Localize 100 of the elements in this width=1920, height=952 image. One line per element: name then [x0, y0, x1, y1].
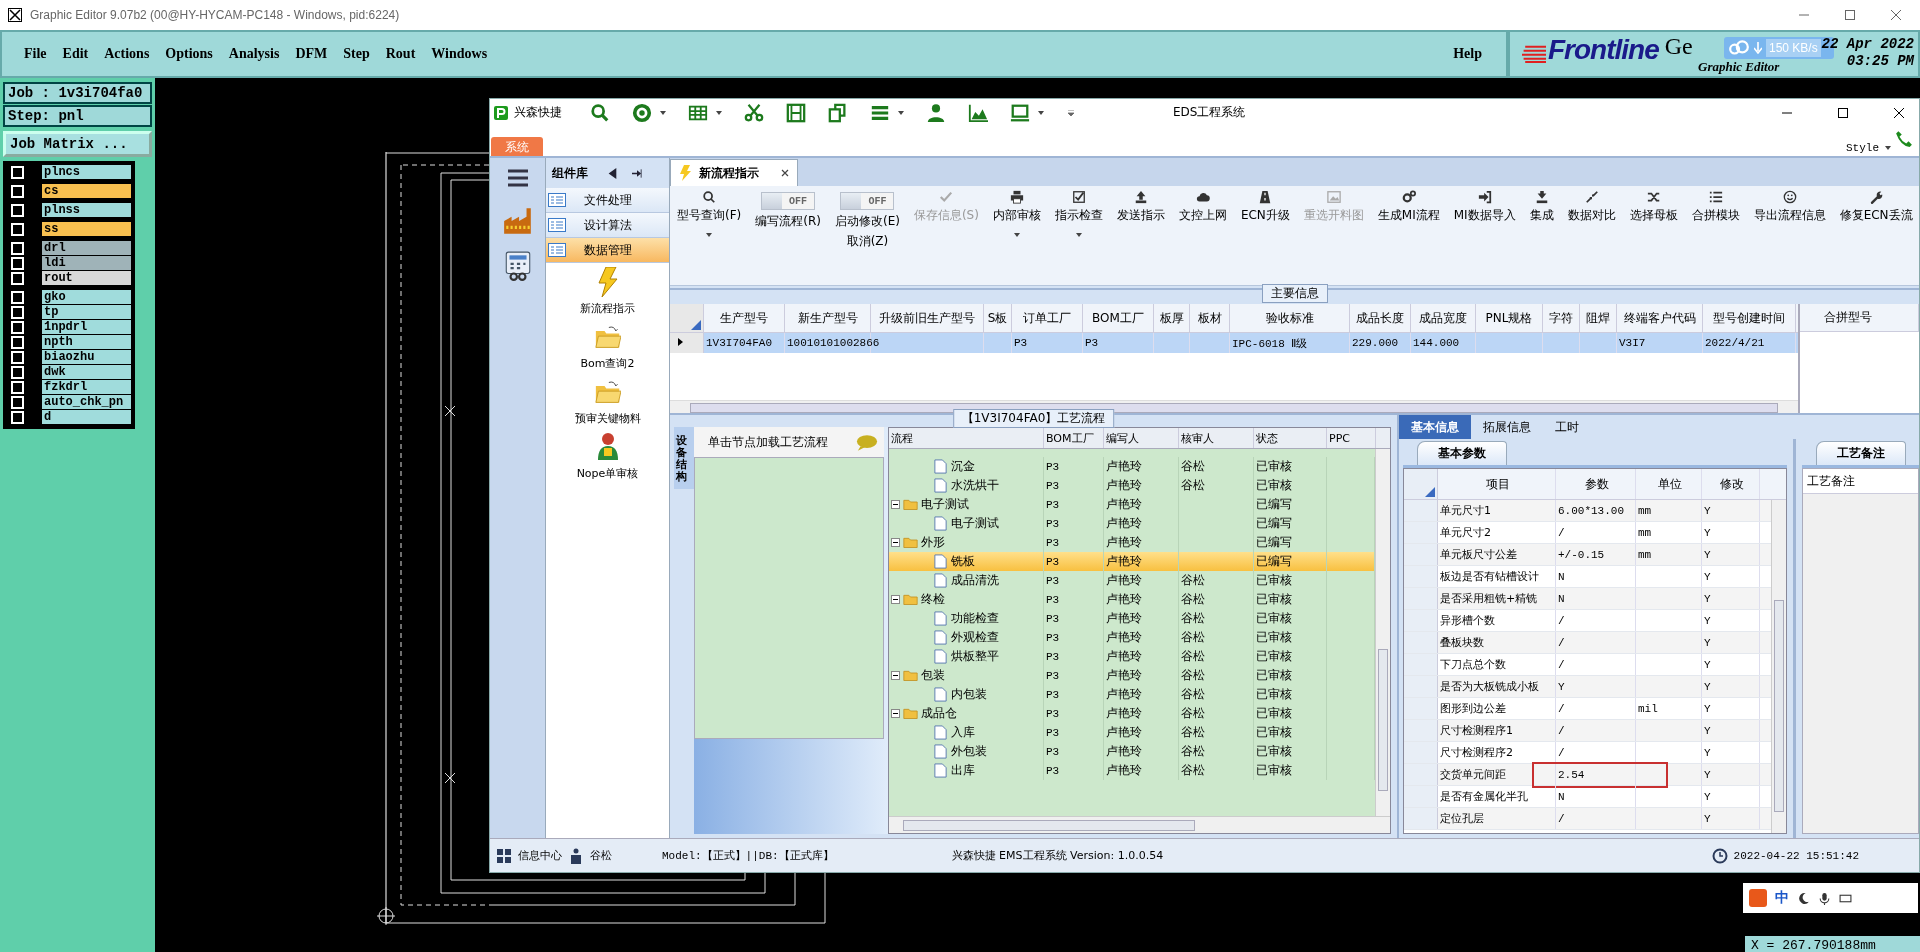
ribbon-button[interactable]: 合拼模块 [1691, 207, 1740, 224]
column-header[interactable]: 字符 [1543, 304, 1580, 332]
customize-icon[interactable] [1068, 109, 1074, 116]
column-header[interactable]: 型号创建时间 [1703, 304, 1796, 332]
ribbon-button[interactable]: 导出流程信息 [1753, 207, 1826, 224]
ribbon-button[interactable]: 选择母板 [1629, 207, 1678, 224]
tree-row[interactable]: 出库 P3 卢艳玲 谷松 已审核 [889, 761, 1375, 780]
tree-row[interactable]: 外观检查 P3 卢艳玲 谷松 已审核 [889, 628, 1375, 647]
style-menu[interactable]: Style [1846, 142, 1879, 154]
layer-checkbox[interactable] [11, 184, 24, 198]
column-header[interactable]: 终端客户代码 [1617, 304, 1703, 332]
ime-mode[interactable]: 中 [1775, 889, 1789, 907]
table-row[interactable]: 交货单元间距 2.54 Y [1404, 764, 1771, 786]
column-header[interactable]: 成品长度 [1350, 304, 1411, 332]
film-icon[interactable] [786, 102, 806, 123]
collapse-icon[interactable] [891, 709, 900, 718]
tree-row[interactable]: 外包装 P3 卢艳玲 谷松 已审核 [889, 742, 1375, 761]
tree-row[interactable]: 入库 P3 卢艳玲 谷松 已审核 [889, 723, 1375, 742]
menu-item[interactable]: Help [1445, 46, 1490, 62]
moon-icon[interactable] [1797, 891, 1810, 905]
caret-icon[interactable] [716, 110, 722, 115]
column-header[interactable]: 订单工厂 [1012, 304, 1083, 332]
tree-row[interactable]: 内包装 P3 卢艳玲 谷松 已审核 [889, 685, 1375, 704]
table-row[interactable]: 是否为大板铣成小板 Y Y [1404, 676, 1771, 698]
column-header[interactable]: PNL规格 [1476, 304, 1543, 332]
collapse-icon[interactable] [891, 500, 900, 509]
layer-name[interactable]: plnss [42, 203, 131, 217]
layer-checkbox[interactable] [11, 335, 24, 349]
ribbon-button[interactable]: MI数据导入 [1453, 207, 1516, 224]
ribbon-button[interactable]: 型号查询(F) [677, 207, 742, 224]
layer-name[interactable]: ss [42, 222, 131, 236]
table-row[interactable]: 定位孔层 / Y [1404, 808, 1771, 830]
table-row[interactable]: 叠板块数 / Y [1404, 632, 1771, 654]
column-header[interactable]: 升级前旧生产型号 [871, 304, 984, 332]
menu-item[interactable]: Edit [54, 46, 97, 62]
caret-icon[interactable] [1885, 146, 1891, 150]
ribbon-button[interactable]: ECN升级 [1240, 207, 1290, 224]
menu-item[interactable]: Analysis [220, 46, 288, 62]
layer-checkbox[interactable] [11, 350, 24, 364]
column-header[interactable]: 修改 [1702, 469, 1760, 499]
ribbon-button[interactable]: 发送指示 [1116, 207, 1165, 224]
area-chart-icon[interactable] [968, 102, 988, 123]
close-icon[interactable] [1893, 106, 1905, 119]
layer-name[interactable]: rout [42, 271, 131, 285]
caret-icon[interactable] [1013, 233, 1020, 237]
layer-name[interactable]: drl [42, 241, 131, 255]
layer-checkbox[interactable] [11, 290, 24, 304]
caret-icon[interactable] [1038, 110, 1044, 115]
menu-item[interactable]: DFM [287, 46, 336, 62]
column-header[interactable]: 成品宽度 [1411, 304, 1476, 332]
category-item[interactable]: 数据管理 [546, 238, 669, 263]
caret-icon[interactable] [660, 110, 666, 115]
column-header[interactable]: 项目 [1438, 469, 1556, 499]
layer-name[interactable]: tp [42, 305, 131, 319]
layer-name[interactable]: d [42, 410, 131, 424]
section-tab[interactable]: 基本参数 [1417, 441, 1507, 465]
scissors-icon[interactable] [744, 102, 764, 123]
column-header[interactable]: S板 [984, 304, 1012, 332]
category-item[interactable]: 文件处理 [546, 188, 669, 213]
layer-name[interactable]: auto_chk_pn [42, 395, 131, 409]
ribbon-button[interactable]: 内部审核 [992, 207, 1041, 224]
collapse-icon[interactable] [891, 595, 900, 604]
menu-item[interactable]: Step [335, 46, 378, 62]
ribbon-button[interactable]: 文控上网 [1178, 207, 1227, 224]
ribbon-button[interactable]: 数据对比 [1567, 207, 1616, 224]
grid-icon[interactable] [496, 847, 512, 864]
column-header[interactable]: 合拼型号 [1800, 304, 1919, 332]
layer-name[interactable]: npth [42, 335, 131, 349]
collapse-icon[interactable] [891, 538, 900, 547]
column-header[interactable]: 新生产型号 [785, 304, 871, 332]
component-label[interactable]: Bom查询2 [580, 356, 635, 371]
column-header[interactable]: 阻焊 [1580, 304, 1617, 332]
layer-name[interactable]: dwk [42, 365, 131, 379]
tree-row[interactable]: 水洗烘干 P3 卢艳玲 谷松 已审核 [889, 476, 1375, 495]
phone-icon[interactable] [1895, 130, 1913, 148]
layer-checkbox[interactable] [11, 241, 24, 255]
tree-row[interactable]: 烘板整平 P3 卢艳玲 谷松 已审核 [889, 647, 1375, 666]
section-tab[interactable]: 工艺备注 [1816, 441, 1906, 465]
column-header[interactable]: 板厚 [1154, 304, 1190, 332]
lifebuoy-icon[interactable] [632, 102, 652, 123]
table-row[interactable]: 是否采用粗铣+精铣 N Y [1404, 588, 1771, 610]
close-icon[interactable] [781, 169, 789, 177]
layer-checkbox[interactable] [11, 380, 24, 394]
column-header[interactable]: 核审人 [1179, 428, 1254, 448]
tree-row[interactable]: 包装 P3 卢艳玲 谷松 已审核 [889, 666, 1375, 685]
column-header[interactable]: BOM工厂 [1044, 428, 1104, 448]
menu-item[interactable]: Rout [377, 46, 424, 62]
copy-icon[interactable] [828, 102, 848, 123]
caret-icon[interactable] [898, 110, 904, 115]
layer-name[interactable]: 1npdrl [42, 320, 131, 334]
column-header[interactable]: 验收标准 [1230, 304, 1350, 332]
column-header[interactable]: 编写人 [1104, 428, 1179, 448]
ribbon-button[interactable]: 生成MI流程 [1377, 207, 1440, 224]
tree-row[interactable]: 成品仓 P3 卢艳玲 谷松 已审核 [889, 704, 1375, 723]
vertical-scrollbar[interactable] [1771, 500, 1786, 833]
layer-name[interactable]: cs [42, 184, 131, 198]
layer-checkbox[interactable] [11, 203, 24, 217]
caret-icon[interactable] [706, 233, 713, 237]
toggle-switch[interactable]: OFF [840, 192, 895, 210]
tree-row[interactable]: 电子测试 P3 卢艳玲 已编写 [889, 514, 1375, 533]
